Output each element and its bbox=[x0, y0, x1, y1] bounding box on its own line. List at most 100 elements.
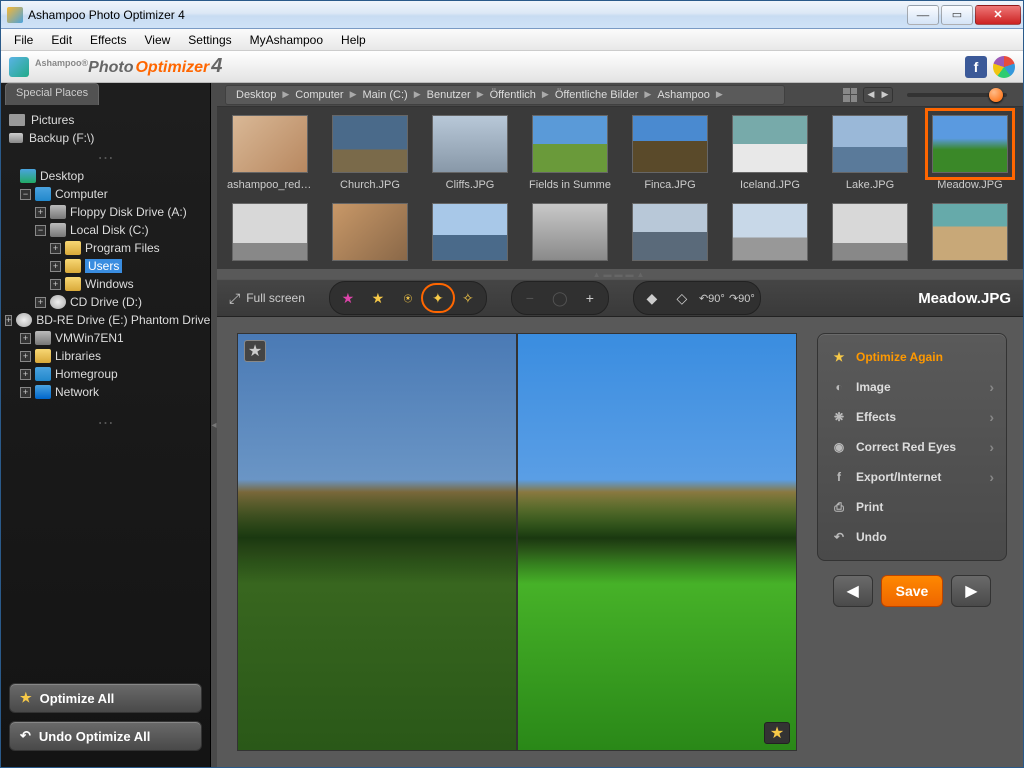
tree-item[interactable]: +Windows bbox=[1, 275, 210, 293]
action-image[interactable]: ◐Image› bbox=[824, 372, 1000, 402]
zoom-in-button[interactable]: + bbox=[575, 285, 605, 311]
tree-item[interactable]: +CD Drive (D:) bbox=[1, 293, 210, 311]
thumbnail[interactable]: Church.JPG bbox=[327, 115, 413, 191]
flip-h-button[interactable]: ◆ bbox=[637, 285, 667, 311]
tree-toggle[interactable]: + bbox=[50, 279, 61, 290]
tree-toggle[interactable]: + bbox=[50, 243, 61, 254]
thumbnail[interactable] bbox=[427, 203, 513, 261]
rotate-right-button[interactable]: ↷90° bbox=[727, 285, 757, 311]
action-undo[interactable]: ↶Undo bbox=[824, 522, 1000, 552]
preview-image[interactable]: ★ bbox=[237, 333, 797, 751]
zoom-fit-button[interactable]: ◯ bbox=[545, 285, 575, 311]
breadcrumb-segment[interactable]: Öffentlich bbox=[484, 89, 542, 101]
menu-myashampoo[interactable]: MyAshampoo bbox=[241, 31, 332, 49]
thumbnail-resize-handle[interactable] bbox=[217, 269, 1023, 279]
tree-toggle[interactable]: + bbox=[5, 315, 12, 326]
zoom-out-button[interactable]: − bbox=[515, 285, 545, 311]
tree-item[interactable]: +Program Files bbox=[1, 239, 210, 257]
rotate-left-button[interactable]: ↶90° bbox=[697, 285, 727, 311]
menu-edit[interactable]: Edit bbox=[42, 31, 81, 49]
star-gold-button[interactable]: ★ bbox=[363, 285, 393, 311]
star-alt-button[interactable]: ✧ bbox=[453, 285, 483, 311]
star-grey-button[interactable]: ★ bbox=[333, 285, 363, 311]
tree-item[interactable]: +Users bbox=[1, 257, 210, 275]
special-place-item[interactable]: Backup (F:\) bbox=[9, 129, 202, 147]
breadcrumb-segment[interactable]: Computer bbox=[289, 89, 349, 101]
sidebar-resize-handle[interactable] bbox=[1, 153, 210, 163]
breadcrumb-segment[interactable]: Benutzer bbox=[421, 89, 477, 101]
special-place-item[interactable]: Pictures bbox=[9, 111, 202, 129]
nav-forward-button[interactable]: ▶ bbox=[878, 88, 892, 102]
save-button[interactable]: Save bbox=[881, 575, 944, 607]
star-half-button[interactable]: ⍟ bbox=[393, 285, 423, 311]
special-places-tab[interactable]: Special Places bbox=[5, 83, 99, 105]
next-image-button[interactable]: ▶ bbox=[951, 575, 991, 607]
action-effects[interactable]: ❋Effects› bbox=[824, 402, 1000, 432]
tree-toggle[interactable]: + bbox=[20, 333, 31, 344]
titlebar[interactable]: Ashampoo Photo Optimizer 4 bbox=[1, 1, 1023, 29]
action-optimize-again[interactable]: ★Optimize Again bbox=[824, 342, 1000, 372]
tree-item[interactable]: −Computer bbox=[1, 185, 210, 203]
tree-toggle[interactable]: + bbox=[20, 351, 31, 362]
optimize-all-button[interactable]: ★Optimize All bbox=[9, 683, 202, 713]
tree-item[interactable]: Desktop bbox=[1, 167, 210, 185]
nav-back-button[interactable]: ◀ bbox=[864, 88, 878, 102]
fullscreen-button[interactable]: ⤢Full screen bbox=[229, 290, 305, 307]
tree-item[interactable]: +BD-RE Drive (E:) Phantom Drive bbox=[1, 311, 210, 329]
tree-toggle[interactable]: + bbox=[35, 297, 46, 308]
thumbnail-zoom-slider[interactable] bbox=[907, 93, 1007, 97]
thumbnail[interactable] bbox=[827, 203, 913, 261]
tree-item[interactable]: +Floppy Disk Drive (A:) bbox=[1, 203, 210, 221]
tree-toggle[interactable]: − bbox=[20, 189, 31, 200]
thumbnail[interactable] bbox=[327, 203, 413, 261]
thumbnail[interactable]: ashampoo_red_... bbox=[227, 115, 313, 191]
tree-item[interactable]: +Network bbox=[1, 383, 210, 401]
menu-effects[interactable]: Effects bbox=[81, 31, 135, 49]
tree-item[interactable]: +Homegroup bbox=[1, 365, 210, 383]
thumbnail[interactable] bbox=[227, 203, 313, 261]
tree-item[interactable]: −Local Disk (C:) bbox=[1, 221, 210, 239]
minimize-button[interactable] bbox=[907, 5, 939, 25]
facebook-icon[interactable]: f bbox=[965, 56, 987, 78]
tree-toggle[interactable]: + bbox=[50, 261, 61, 272]
slider-thumb[interactable] bbox=[989, 88, 1003, 102]
optimize-badge[interactable] bbox=[764, 722, 790, 744]
thumbnail[interactable]: Lake.JPG bbox=[827, 115, 913, 191]
action-print[interactable]: ⎙Print bbox=[824, 492, 1000, 522]
action-export-internet[interactable]: fExport/Internet› bbox=[824, 462, 1000, 492]
breadcrumb-segment[interactable]: Main (C:) bbox=[357, 89, 414, 101]
tree-toggle[interactable]: + bbox=[20, 369, 31, 380]
thumbnail[interactable]: Fields in Summe bbox=[527, 115, 613, 191]
thumbnail[interactable] bbox=[527, 203, 613, 261]
star-compare-button[interactable]: ✦ bbox=[423, 285, 453, 311]
breadcrumb-segment[interactable]: Öffentliche Bilder bbox=[549, 89, 645, 101]
breadcrumb-segment[interactable]: Ashampoo bbox=[651, 89, 716, 101]
tree-item[interactable]: +VMWin7EN1 bbox=[1, 329, 210, 347]
menu-help[interactable]: Help bbox=[332, 31, 375, 49]
maximize-button[interactable] bbox=[941, 5, 973, 25]
action-correct-red-eyes[interactable]: ◉Correct Red Eyes› bbox=[824, 432, 1000, 462]
tree-toggle[interactable]: − bbox=[35, 225, 46, 236]
thumbnail[interactable]: Cliffs.JPG bbox=[427, 115, 513, 191]
prev-image-button[interactable]: ◀ bbox=[833, 575, 873, 607]
breadcrumb-segment[interactable]: Desktop bbox=[230, 89, 282, 101]
thumbnail[interactable]: Finca.JPG bbox=[627, 115, 713, 191]
thumbnail[interactable]: Meadow.JPG bbox=[927, 115, 1013, 191]
favorite-toggle[interactable]: ★ bbox=[244, 340, 266, 362]
tree-toggle[interactable]: + bbox=[35, 207, 46, 218]
tree-toggle[interactable]: + bbox=[20, 387, 31, 398]
thumbnail[interactable] bbox=[627, 203, 713, 261]
menu-view[interactable]: View bbox=[136, 31, 180, 49]
thumbnail[interactable] bbox=[727, 203, 813, 261]
close-button[interactable] bbox=[975, 5, 1021, 25]
picasa-icon[interactable] bbox=[993, 56, 1015, 78]
sidebar-resize-handle[interactable] bbox=[1, 418, 210, 428]
menu-settings[interactable]: Settings bbox=[179, 31, 240, 49]
thumbnail[interactable] bbox=[927, 203, 1013, 261]
flip-v-button[interactable]: ◇ bbox=[667, 285, 697, 311]
thumbnail[interactable]: Iceland.JPG bbox=[727, 115, 813, 191]
tree-item[interactable]: +Libraries bbox=[1, 347, 210, 365]
menu-file[interactable]: File bbox=[5, 31, 42, 49]
undo-optimize-all-button[interactable]: ↶Undo Optimize All bbox=[9, 721, 202, 751]
view-grid-icon[interactable] bbox=[843, 88, 857, 102]
